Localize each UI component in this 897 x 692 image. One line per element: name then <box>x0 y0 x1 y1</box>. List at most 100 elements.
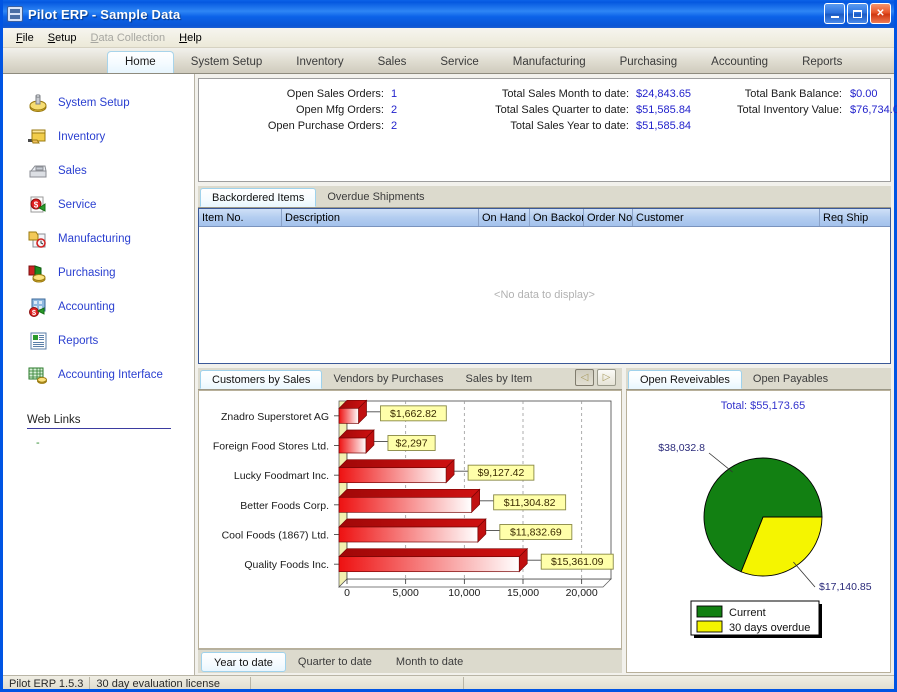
column-header-customer[interactable]: Customer <box>633 209 820 226</box>
svg-text:$15,361.09: $15,361.09 <box>551 556 604 568</box>
sidebar-item-label: Sales <box>58 165 87 177</box>
main-body: System Setup Inventory Sales $ Service M… <box>3 74 897 675</box>
summary-label: Open Sales Orders: <box>286 88 384 100</box>
application-window: Pilot ERP - Sample Data ✕ File Setup Dat… <box>0 0 897 692</box>
sidebar-item-service[interactable]: $ Service <box>3 188 194 222</box>
summary-value: $76,734.05 <box>850 104 897 116</box>
summary-row: Total Sales Year to date: $51,585.84 <box>444 120 694 132</box>
sidebar-item-label: Service <box>58 199 97 211</box>
svg-text:Better Foods Corp.: Better Foods Corp. <box>240 500 329 512</box>
column-header-item-no[interactable]: Item No. <box>199 209 282 226</box>
sidebar-item-accounting-interface[interactable]: Accounting Interface <box>3 358 194 392</box>
svg-text:$9,127.42: $9,127.42 <box>478 467 525 479</box>
bar-chart-tab-row: Customers by Sales Vendors by Purchases … <box>198 368 622 390</box>
summary-row: Total Bank Balance: $0.00 <box>694 88 897 100</box>
tab-manufacturing[interactable]: Manufacturing <box>496 52 603 73</box>
menu-item-file[interactable]: File <box>9 31 41 45</box>
pie-chart-canvas: Total: $55,173.65 $38,032.8 $17,140.85 Curr… <box>626 390 891 673</box>
tab-inventory[interactable]: Inventory <box>279 52 360 73</box>
maximize-button[interactable] <box>847 3 868 24</box>
web-link-item[interactable]: - <box>27 437 174 449</box>
summary-row: Open Mfg Orders: 2 <box>199 104 444 116</box>
tab-sales[interactable]: Sales <box>361 52 424 73</box>
bar-chart-svg: Znadro Superstoret AG $1,662.82 Foreign Fo… <box>213 399 614 599</box>
svg-text:20,000: 20,000 <box>566 587 598 599</box>
sidebar-item-system-setup[interactable]: System Setup <box>3 86 194 120</box>
summary-value: 1 <box>391 88 398 100</box>
tab-backordered-items[interactable]: Backordered Items <box>200 188 317 207</box>
sidebar-item-label: Purchasing <box>58 267 116 279</box>
summary-label: Open Mfg Orders: <box>295 104 384 116</box>
summary-label: Total Inventory Value: <box>737 104 842 116</box>
summary-value: $0.00 <box>850 88 878 100</box>
sidebar-item-label: Reports <box>58 335 99 347</box>
sidebar-item-reports[interactable]: Reports <box>3 324 194 358</box>
main-tab-strip: Home System Setup Inventory Sales Servic… <box>3 48 894 74</box>
tab-vendors-by-purchases[interactable]: Vendors by Purchases <box>322 370 454 389</box>
tab-sales-by-item[interactable]: Sales by Item <box>455 370 544 389</box>
sidebar-item-accounting[interactable]: $ Accounting <box>3 290 194 324</box>
purchasing-money-icon <box>27 262 49 284</box>
minimize-button[interactable] <box>824 3 845 24</box>
tab-system-setup[interactable]: System Setup <box>174 52 280 73</box>
column-header-order-no[interactable]: Order No. <box>584 209 633 226</box>
svg-text:$11,832.69: $11,832.69 <box>510 527 562 539</box>
tab-quarter-to-date[interactable]: Quarter to date <box>286 652 384 672</box>
svg-text:$17,140.85: $17,140.85 <box>819 581 872 593</box>
web-links-section: Web Links - <box>27 414 174 449</box>
accounting-building-icon: $ <box>27 296 49 318</box>
column-header-req-ship[interactable]: Req Ship <box>820 209 890 226</box>
sidebar-item-label: Manufacturing <box>58 233 131 245</box>
content-area: Open Sales Orders: 1 Open Mfg Orders: 2 … <box>195 74 897 675</box>
summary-value: 2 <box>391 120 398 132</box>
sidebar-item-inventory[interactable]: Inventory <box>3 120 194 154</box>
summary-row: Total Sales Month to date: $24,843.65 <box>444 88 694 100</box>
sidebar-item-purchasing[interactable]: Purchasing <box>3 256 194 290</box>
tab-purchasing[interactable]: Purchasing <box>603 52 695 73</box>
summary-column-orders: Open Sales Orders: 1 Open Mfg Orders: 2 … <box>199 88 444 181</box>
svg-text:$: $ <box>34 201 39 210</box>
summary-value: 2 <box>391 104 398 116</box>
column-header-description[interactable]: Description <box>282 209 479 226</box>
tab-open-payables[interactable]: Open Payables <box>742 370 839 389</box>
service-document-icon: $ <box>27 194 49 216</box>
tab-open-receivables[interactable]: Open Reveivables <box>628 370 742 389</box>
tab-reports[interactable]: Reports <box>785 52 859 73</box>
tab-month-to-date[interactable]: Month to date <box>384 652 475 672</box>
chart-nav-buttons: ◁ ▷ <box>575 369 616 386</box>
chevron-left-icon[interactable]: ◁ <box>575 369 594 386</box>
sidebar-item-label: Accounting Interface <box>58 369 163 381</box>
chevron-right-icon[interactable]: ▷ <box>597 369 616 386</box>
close-icon[interactable]: ✕ <box>870 3 891 24</box>
backordered-items-grid: Item No. Description On Hand On Backor O… <box>198 208 891 364</box>
menu-item-setup[interactable]: Setup <box>41 31 84 45</box>
manufacturing-folder-icon <box>27 228 49 250</box>
grid-empty-message: <No data to display> <box>199 227 890 363</box>
summary-value: $24,843.65 <box>636 88 692 100</box>
summary-value: $51,585.84 <box>636 120 692 132</box>
svg-text:Foreign Food Stores Ltd.: Foreign Food Stores Ltd. <box>213 441 329 453</box>
tab-customers-by-sales[interactable]: Customers by Sales <box>200 370 323 389</box>
grid-panel: Backordered Items Overdue Shipments Item… <box>198 186 891 364</box>
svg-text:Znadro Superstoret AG: Znadro Superstoret AG <box>221 411 329 423</box>
svg-text:0: 0 <box>344 587 350 599</box>
summary-label: Total Sales Quarter to date: <box>495 104 629 116</box>
menu-item-data-collection: Data Collection <box>90 31 166 44</box>
tab-home[interactable]: Home <box>107 51 174 73</box>
gear-icon <box>27 92 49 114</box>
tab-overdue-shipments[interactable]: Overdue Shipments <box>316 188 435 207</box>
summary-label: Open Purchase Orders: <box>267 120 384 132</box>
sidebar-item-sales[interactable]: Sales <box>3 154 194 188</box>
column-header-on-hand[interactable]: On Hand <box>479 209 530 226</box>
svg-text:Cool Foods (1867) Ltd.: Cool Foods (1867) Ltd. <box>222 530 329 542</box>
tab-year-to-date[interactable]: Year to date <box>201 651 286 672</box>
period-tab-row: Year to date Quarter to date Month to da… <box>198 649 622 673</box>
svg-text:Total: $55,173.65: Total: $55,173.65 <box>721 400 805 412</box>
menu-item-help[interactable]: Help <box>172 31 209 45</box>
column-header-on-backorder[interactable]: On Backor <box>530 209 584 226</box>
tab-accounting[interactable]: Accounting <box>694 52 785 73</box>
sidebar-item-manufacturing[interactable]: Manufacturing <box>3 222 194 256</box>
svg-text:Lucky Foodmart Inc.: Lucky Foodmart Inc. <box>234 470 329 482</box>
tab-service[interactable]: Service <box>423 52 495 73</box>
summary-column-sales: Total Sales Month to date: $24,843.65 To… <box>444 88 694 181</box>
